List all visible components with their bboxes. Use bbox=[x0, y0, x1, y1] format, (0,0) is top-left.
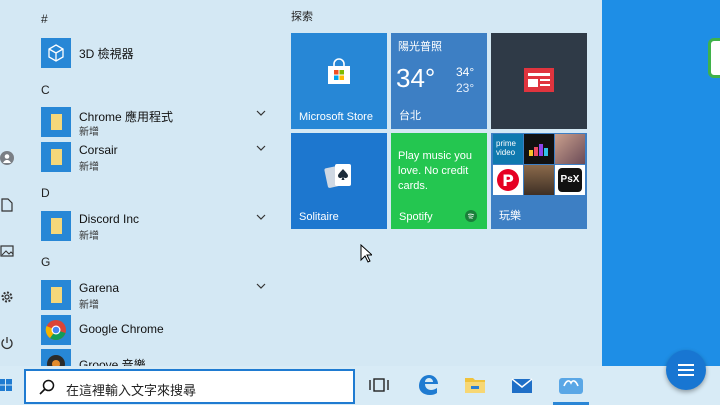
app-name: Groove 音樂 bbox=[79, 358, 146, 366]
app-list: # 3D 檢視器 C Chrome 應用程式 新增 Corsair 新增 D D… bbox=[0, 0, 280, 366]
deezer-mini-tile bbox=[524, 134, 554, 164]
taskbar: 在這裡輸入文字來搜尋 bbox=[0, 366, 720, 405]
chrome-icon bbox=[41, 315, 71, 345]
tile-weather[interactable]: 陽光普照 34° 34° 23° 台北 bbox=[391, 33, 487, 129]
weather-city: 台北 bbox=[399, 110, 421, 122]
spotify-icon bbox=[465, 210, 477, 222]
game-mini-tile-2 bbox=[524, 165, 554, 195]
app-new-badge: 新增 bbox=[79, 231, 99, 242]
app-garena[interactable]: Garena 新增 bbox=[38, 278, 278, 312]
app-name: Corsair bbox=[79, 143, 118, 157]
folder-icon bbox=[41, 142, 71, 172]
tile-news[interactable] bbox=[491, 33, 587, 129]
chevron-down-icon[interactable] bbox=[256, 213, 266, 221]
file-explorer-icon[interactable] bbox=[462, 372, 488, 398]
letter-header[interactable]: C bbox=[41, 83, 50, 97]
app-chrome-apps[interactable]: Chrome 應用程式 新增 bbox=[38, 105, 278, 139]
prime-video-mini-tile: prime video bbox=[493, 134, 523, 164]
letter-header[interactable]: D bbox=[41, 186, 50, 200]
chevron-down-icon[interactable] bbox=[256, 282, 266, 290]
folder-icon bbox=[41, 211, 71, 241]
desktop-background bbox=[602, 0, 720, 366]
tile-label: Microsoft Store bbox=[299, 111, 373, 123]
prime-line-2: video bbox=[496, 148, 516, 157]
pinterest-mini-tile: P bbox=[493, 165, 523, 195]
search-placeholder: 在這裡輸入文字來搜尋 bbox=[66, 383, 197, 398]
3d-viewer-icon bbox=[41, 38, 71, 68]
menu-fab-button[interactable] bbox=[666, 350, 706, 390]
tile-label: Solitaire bbox=[299, 211, 339, 223]
desktop-shortcut-icon[interactable] bbox=[708, 38, 720, 78]
deezer-icon bbox=[529, 144, 548, 156]
chevron-down-icon[interactable] bbox=[256, 144, 266, 152]
windows-logo-icon[interactable] bbox=[0, 378, 12, 392]
pinned-app-icon[interactable] bbox=[557, 372, 585, 398]
psx-icon: PsX bbox=[558, 168, 582, 192]
menu-icon bbox=[678, 364, 694, 376]
app-name: 3D 檢視器 bbox=[79, 47, 134, 61]
task-view-icon[interactable] bbox=[366, 372, 392, 398]
search-icon bbox=[39, 379, 55, 395]
cards-icon bbox=[324, 164, 351, 188]
app-name: Discord Inc bbox=[79, 212, 140, 226]
weather-high: 34° bbox=[456, 65, 475, 79]
app-corsair[interactable]: Corsair 新增 bbox=[38, 140, 278, 174]
search-box[interactable]: 在這裡輸入文字來搜尋 bbox=[24, 369, 355, 404]
groove-music-icon bbox=[41, 349, 71, 366]
tile-spotify[interactable]: Play music you love. No credit cards. Sp… bbox=[391, 133, 487, 229]
folder-icon bbox=[41, 280, 71, 310]
app-discord[interactable]: Discord Inc 新增 bbox=[38, 209, 278, 243]
letter-header[interactable]: # bbox=[41, 12, 48, 26]
game-mini-tile bbox=[555, 134, 585, 164]
chevron-down-icon[interactable] bbox=[256, 109, 266, 117]
app-3d-viewer[interactable]: 3D 檢視器 bbox=[38, 36, 278, 70]
start-menu: # 3D 檢視器 C Chrome 應用程式 新增 Corsair 新增 D D… bbox=[0, 0, 602, 366]
svg-text:P: P bbox=[502, 171, 514, 190]
app-groove-music[interactable]: Groove 音樂 bbox=[38, 347, 278, 366]
tile-group-title[interactable]: 探索 bbox=[291, 8, 313, 24]
weather-low: 23° bbox=[456, 81, 475, 95]
tile-solitaire[interactable]: Solitaire bbox=[291, 133, 387, 229]
photoshop-express-mini-tile: PsX bbox=[555, 165, 585, 195]
app-new-badge: 新增 bbox=[79, 127, 99, 138]
folder-icon bbox=[41, 107, 71, 137]
pinterest-icon: P bbox=[497, 169, 519, 191]
weather-condition: 陽光普照 bbox=[398, 41, 442, 53]
tile-play-folder[interactable]: prime video P PsX 玩樂 bbox=[491, 133, 587, 229]
weather-temperature: 34° bbox=[396, 63, 436, 93]
tile-label: 玩樂 bbox=[499, 210, 521, 222]
tile-label: Spotify bbox=[399, 211, 433, 223]
app-new-badge: 新增 bbox=[79, 162, 99, 173]
tile-microsoft-store[interactable]: Microsoft Store bbox=[291, 33, 387, 129]
app-name: Google Chrome bbox=[79, 322, 164, 336]
store-bag-icon bbox=[328, 58, 350, 84]
app-name: Garena bbox=[79, 281, 120, 295]
letter-header[interactable]: G bbox=[41, 255, 50, 269]
app-google-chrome[interactable]: Google Chrome bbox=[38, 313, 278, 347]
prime-line-1: prime bbox=[496, 139, 517, 148]
app-new-badge: 新增 bbox=[79, 300, 99, 311]
news-icon bbox=[524, 68, 554, 92]
edge-icon[interactable] bbox=[415, 372, 441, 398]
spotify-promo-text: Play music you love. No credit cards. bbox=[398, 150, 472, 192]
mail-icon[interactable] bbox=[509, 372, 535, 398]
mouse-cursor-icon bbox=[360, 244, 372, 263]
